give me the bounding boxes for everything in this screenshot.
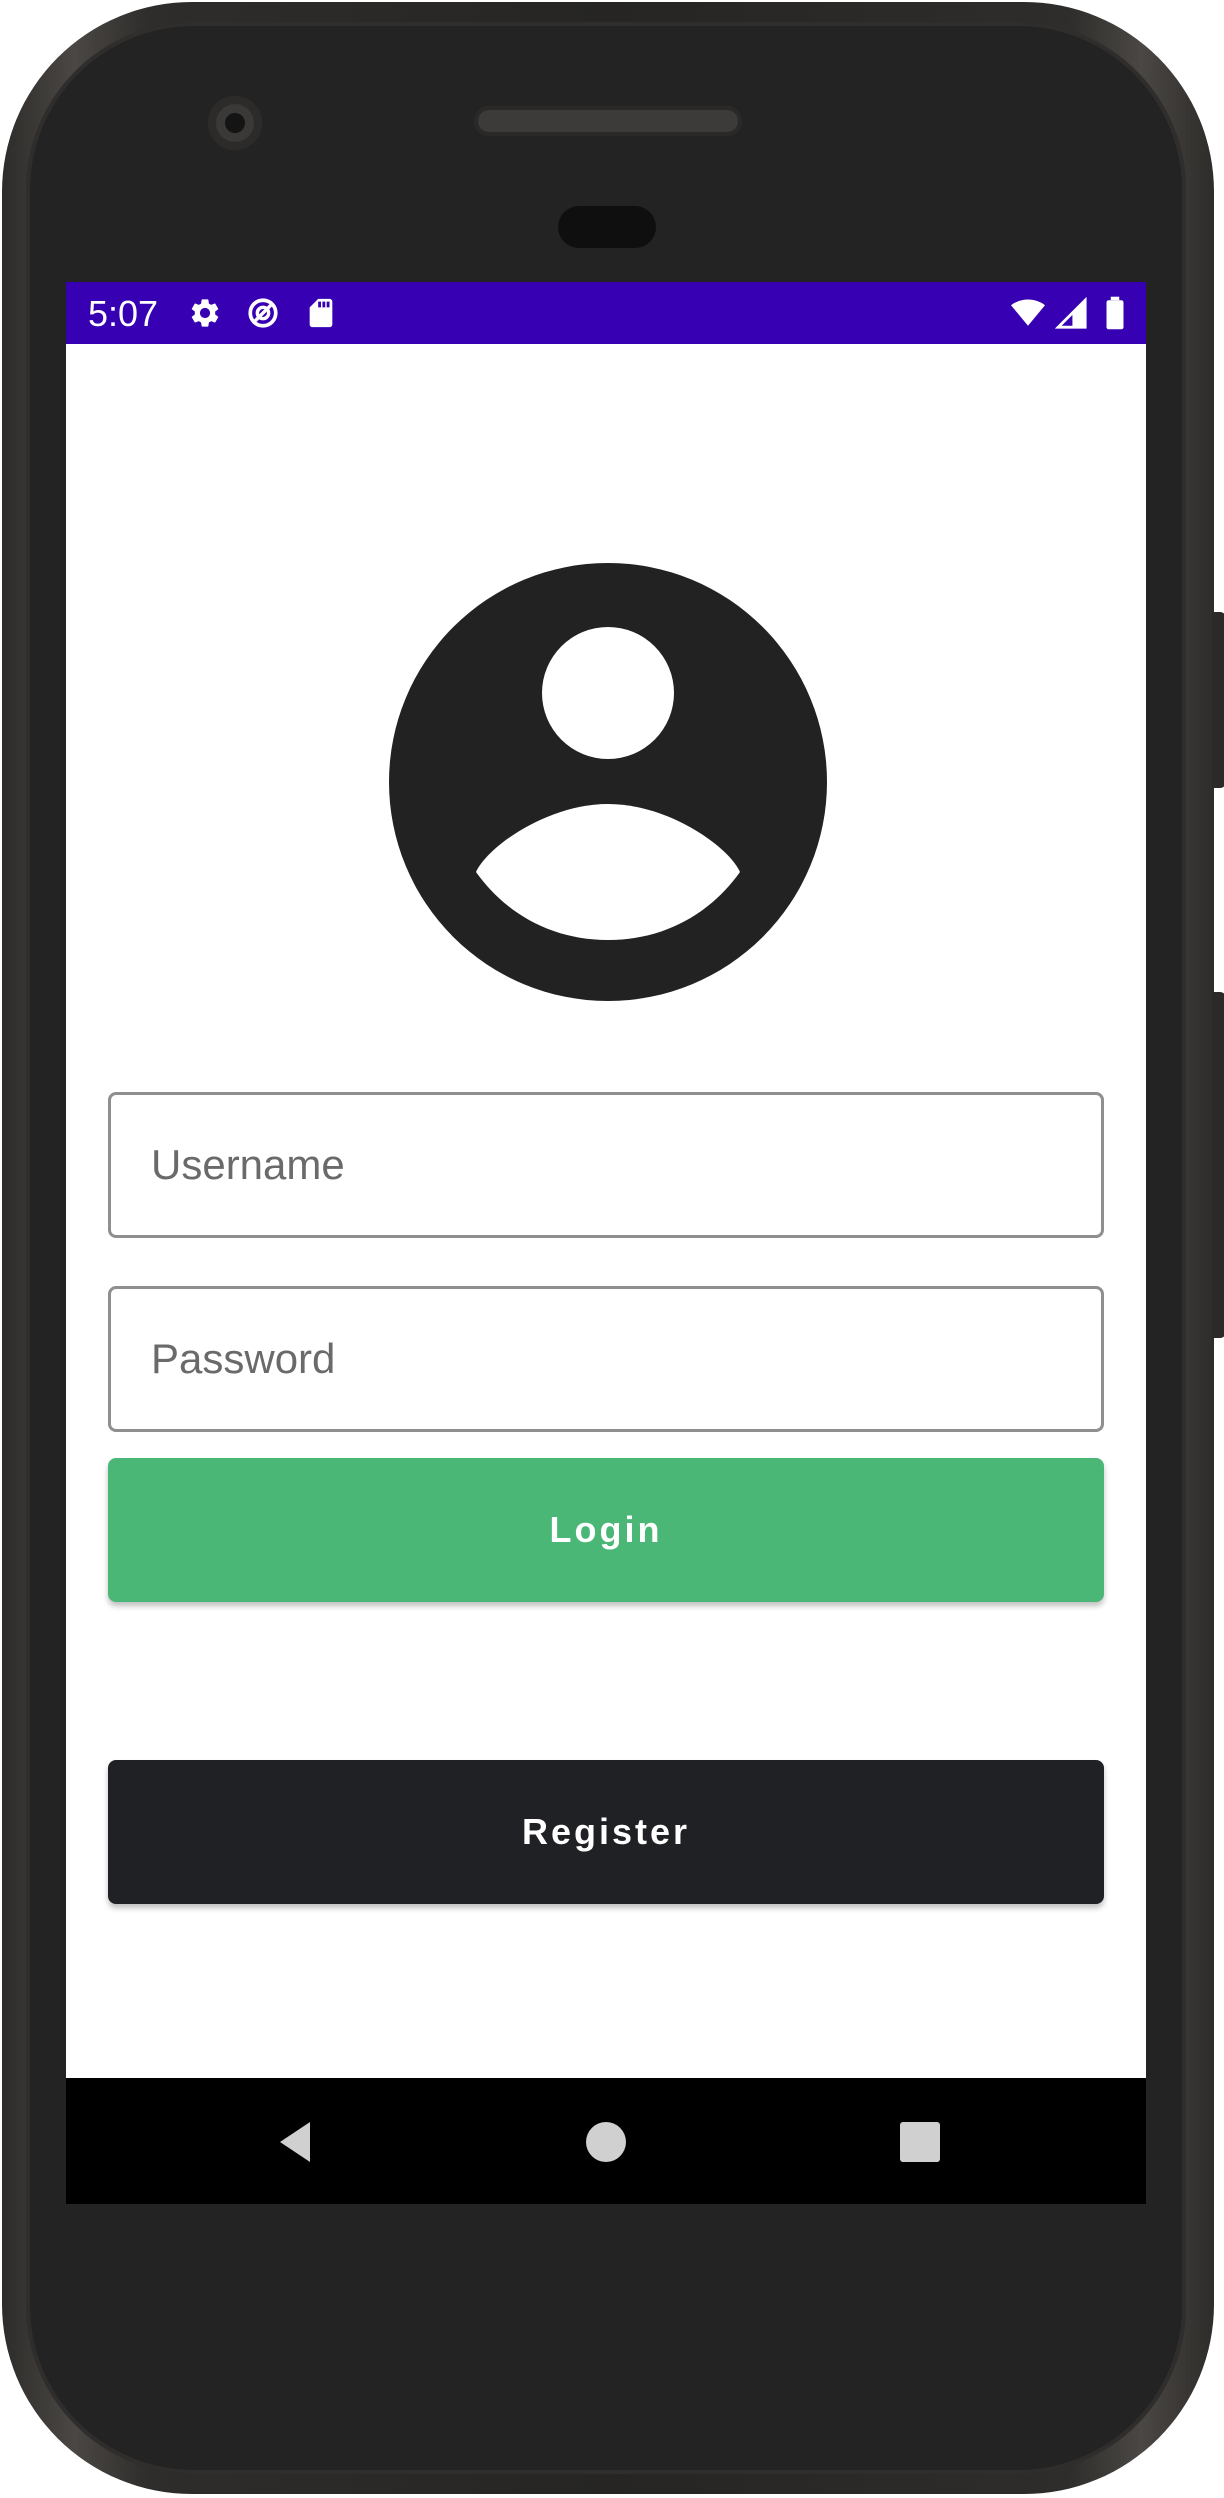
home-icon[interactable] bbox=[582, 2118, 630, 2166]
username-placeholder: Username bbox=[151, 1141, 345, 1188]
password-placeholder: Password bbox=[151, 1335, 336, 1382]
navigation-bar bbox=[66, 2078, 1146, 2204]
signal-icon bbox=[1054, 296, 1087, 329]
recents-icon[interactable] bbox=[896, 2118, 944, 2166]
sd-card-icon bbox=[309, 298, 333, 328]
settings-icon bbox=[191, 299, 219, 327]
battery-icon bbox=[1106, 296, 1124, 330]
back-icon[interactable] bbox=[272, 2118, 320, 2166]
proximity-sensor bbox=[558, 206, 656, 248]
volume-button bbox=[1212, 612, 1224, 788]
screen: 5:07 Username Password Login Register bbox=[66, 282, 1146, 2204]
register-button[interactable]: Register bbox=[108, 1760, 1104, 1904]
register-button-label: Register bbox=[521, 1811, 691, 1852]
login-button[interactable]: Login bbox=[108, 1458, 1104, 1602]
earpiece-speaker bbox=[474, 106, 742, 136]
status-time: 5:07 bbox=[88, 293, 159, 334]
device-frame: 5:07 Username Password Login Register bbox=[0, 0, 1224, 2498]
username-field[interactable]: Username bbox=[108, 1092, 1104, 1238]
front-camera bbox=[208, 96, 262, 150]
sync-icon bbox=[248, 298, 278, 328]
wifi-icon bbox=[1011, 299, 1045, 326]
password-field[interactable]: Password bbox=[108, 1286, 1104, 1432]
status-bar: 5:07 bbox=[66, 282, 1146, 344]
power-button bbox=[1212, 992, 1224, 1338]
login-button-label: Login bbox=[549, 1509, 663, 1550]
account-circle-icon bbox=[388, 562, 828, 1002]
